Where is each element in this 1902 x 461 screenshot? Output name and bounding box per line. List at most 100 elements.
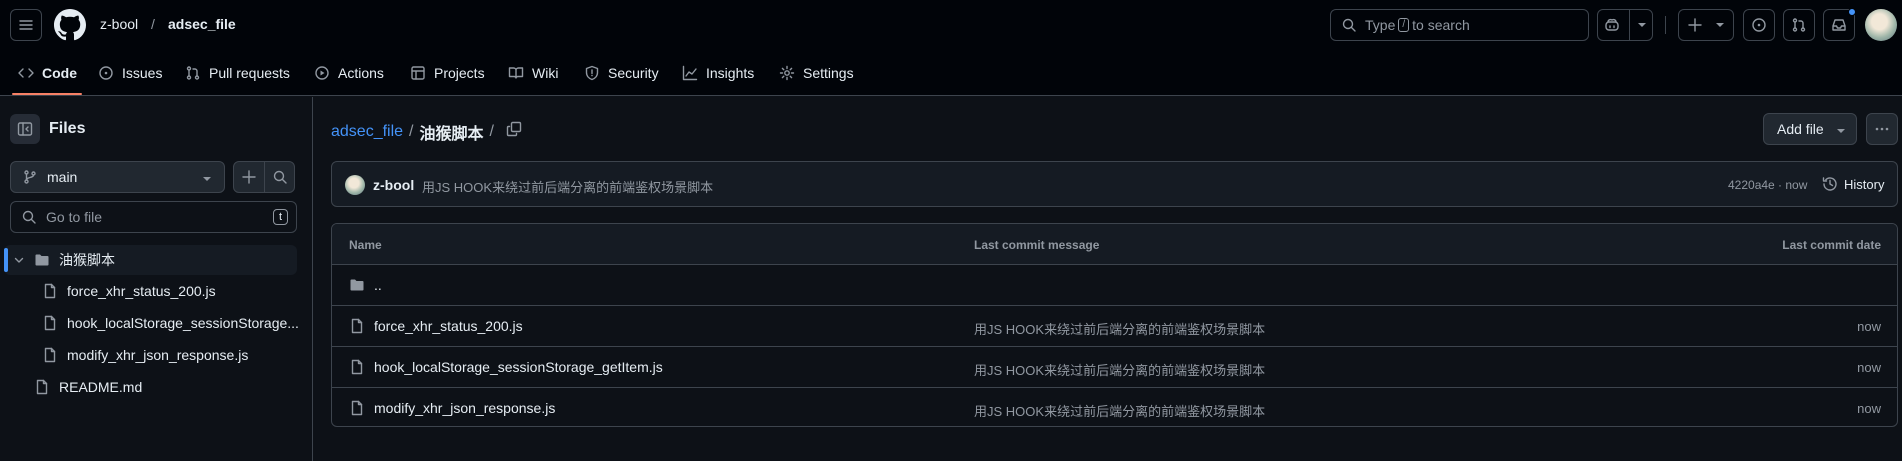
search-suffix: to search	[1412, 17, 1470, 33]
tab-pull-requests[interactable]: Pull requests	[185, 50, 290, 96]
tab-security[interactable]: Security	[584, 50, 659, 96]
breadcrumb-owner[interactable]: z-bool	[100, 16, 138, 32]
tab-label: Code	[42, 65, 77, 81]
go-to-file-input[interactable]: Go to file t	[10, 201, 297, 233]
add-file-button[interactable]: Add file	[1763, 113, 1857, 145]
history-button[interactable]: History	[1822, 176, 1884, 192]
breadcrumb-separator: /	[409, 123, 414, 140]
commit-message-link[interactable]: 用JS HOOK来绕过前后端分离的前端鉴权场景脚本	[974, 360, 1265, 379]
latest-commit-bar: z-bool 用JS HOOK来绕过前后端分离的前端鉴权场景脚本 4220a4e…	[331, 161, 1898, 207]
plus-icon[interactable]	[241, 169, 257, 185]
issues-button[interactable]	[1743, 9, 1775, 41]
file-path-breadcrumb: adsec_file / 油猴脚本 /	[331, 120, 494, 144]
breadcrumb-repo-link[interactable]: adsec_file	[331, 123, 403, 141]
go-to-file-placeholder: Go to file	[46, 209, 103, 225]
tab-label: Issues	[122, 65, 163, 81]
search-input[interactable]: Type / to search	[1330, 9, 1589, 41]
search-prefix: Type	[1365, 17, 1396, 33]
file-link[interactable]: force_xhr_status_200.js	[349, 318, 523, 334]
commit-date: now	[1857, 319, 1881, 334]
tab-label: Insights	[706, 65, 755, 81]
commit-message-link[interactable]: 用JS HOOK来绕过前后端分离的前端鉴权场景脚本	[974, 319, 1265, 338]
divider	[264, 162, 265, 192]
commit-message-link[interactable]: 用JS HOOK来绕过前后端分离的前端鉴权场景脚本	[974, 401, 1265, 420]
notification-dot	[1848, 8, 1856, 16]
folder-name: 油猴脚本	[59, 252, 115, 268]
tab-label: Actions	[338, 65, 384, 81]
tab-label: Pull requests	[209, 65, 290, 81]
issue-icon	[1752, 18, 1766, 32]
commit-author[interactable]: z-bool	[373, 177, 414, 193]
file-name: modify_xhr_json_response.js	[67, 347, 249, 363]
repo-tabs: Code Issues Pull requests Actions Projec…	[0, 50, 1902, 96]
search-icon	[22, 210, 36, 224]
tree-item-folder[interactable]: 油猴脚本	[4, 245, 297, 275]
file-name: hook_localStorage_sessionStorage_getItem…	[374, 359, 663, 375]
pull-requests-button[interactable]	[1783, 9, 1815, 41]
parent-directory-row[interactable]: ..	[332, 265, 1897, 306]
tab-label: Projects	[434, 65, 485, 81]
commit-date: now	[1857, 360, 1881, 375]
column-header-date: Last commit date	[1782, 238, 1881, 252]
tab-actions[interactable]: Actions	[314, 50, 384, 96]
menu-button[interactable]	[10, 9, 42, 41]
file-link[interactable]: modify_xhr_json_response.js	[349, 400, 555, 416]
add-file-label: Add file	[1777, 121, 1824, 137]
pull-request-icon	[186, 66, 200, 80]
tab-issues[interactable]: Issues	[98, 50, 162, 96]
user-avatar[interactable]	[1865, 9, 1897, 41]
tab-code[interactable]: Code	[18, 50, 77, 96]
play-icon	[315, 66, 329, 80]
parent-directory: ..	[349, 277, 382, 293]
folder-icon	[35, 254, 49, 266]
header-divider	[1665, 16, 1666, 34]
header-row: z-bool / adsec_file Type / to search	[0, 0, 1902, 50]
table-row: force_xhr_status_200.js 用JS HOOK来绕过前后端分离…	[332, 306, 1897, 347]
table-row: modify_xhr_json_response.js 用JS HOOK来绕过前…	[332, 388, 1897, 426]
breadcrumb-repo[interactable]: adsec_file	[168, 16, 236, 32]
history-icon	[1822, 177, 1837, 191]
sidebar-collapse-icon	[17, 122, 33, 136]
tab-projects[interactable]: Projects	[410, 50, 485, 96]
file-name: force_xhr_status_200.js	[374, 318, 523, 334]
branch-selector[interactable]: main	[10, 161, 225, 193]
copilot-button[interactable]	[1597, 9, 1653, 41]
issue-icon	[99, 66, 113, 80]
commit-message[interactable]: 用JS HOOK来绕过前后端分离的前端鉴权场景脚本	[422, 177, 713, 196]
chevron-down-icon	[1637, 23, 1646, 27]
file-name: modify_xhr_json_response.js	[374, 400, 556, 416]
file-icon	[44, 283, 56, 299]
tree-item-file[interactable]: modify_xhr_json_response.js	[42, 347, 248, 363]
search-shortcut-key: /	[1398, 18, 1410, 32]
file-icon	[36, 379, 48, 395]
file-link[interactable]: hook_localStorage_sessionStorage_getItem…	[349, 359, 663, 375]
active-tab-indicator	[12, 93, 82, 95]
sidebar-title: Files	[49, 120, 86, 137]
tab-label: Security	[608, 65, 659, 81]
tab-insights[interactable]: Insights	[682, 50, 754, 96]
tree-item-file[interactable]: force_xhr_status_200.js	[42, 283, 216, 299]
tree-item-file[interactable]: hook_localStorage_sessionStorage...	[42, 315, 299, 331]
tab-label: Settings	[803, 65, 854, 81]
global-header: z-bool / adsec_file Type / to search Cod…	[0, 0, 1902, 96]
tab-settings[interactable]: Settings	[779, 50, 854, 96]
more-options-button[interactable]	[1866, 113, 1898, 145]
copy-path-button[interactable]	[506, 121, 522, 137]
create-new-button[interactable]	[1678, 9, 1734, 41]
tab-wiki[interactable]: Wiki	[508, 50, 558, 96]
chevron-down-icon	[203, 177, 211, 181]
search-icon[interactable]	[272, 169, 288, 185]
copilot-icon	[1604, 18, 1619, 31]
copilot-divider	[1628, 10, 1630, 40]
pull-request-icon	[1792, 18, 1806, 32]
avatar[interactable]	[345, 175, 365, 195]
git-branch-icon	[24, 170, 36, 184]
file-name: hook_localStorage_sessionStorage...	[67, 315, 299, 331]
gear-icon	[779, 65, 795, 81]
github-logo-icon[interactable]	[54, 9, 86, 41]
collapse-sidebar-button[interactable]	[10, 114, 40, 144]
tree-item-file[interactable]: README.md	[34, 379, 142, 395]
commit-sha-time[interactable]: 4220a4e · now	[1728, 178, 1807, 192]
file-table: Name Last commit message Last commit dat…	[331, 223, 1898, 427]
file-name: force_xhr_status_200.js	[67, 283, 216, 299]
